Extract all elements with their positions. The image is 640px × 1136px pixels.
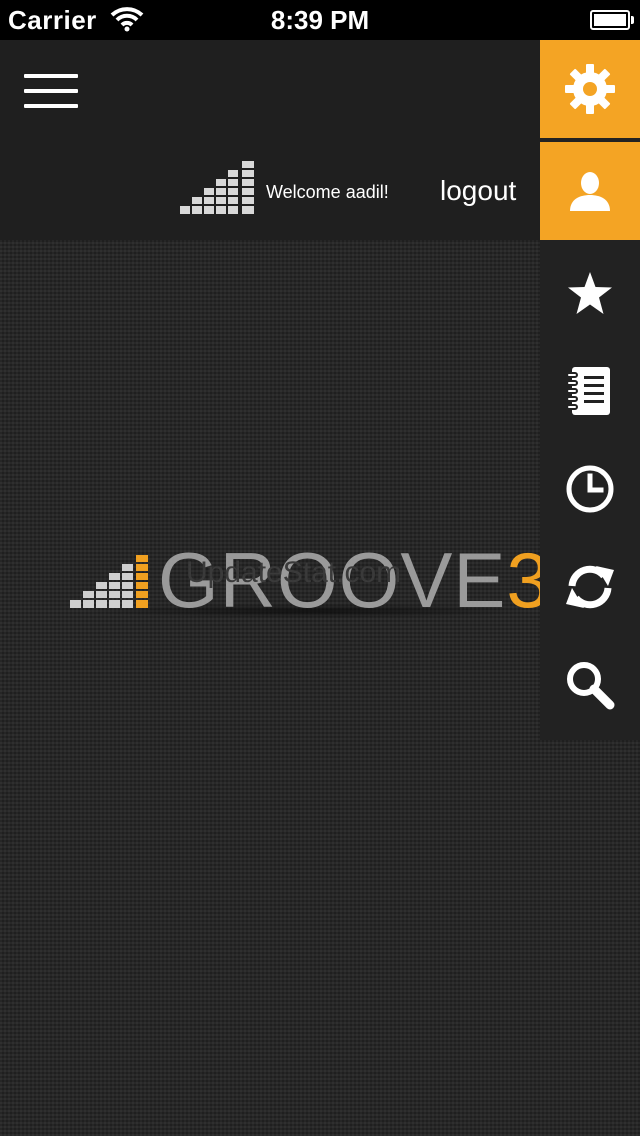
profile-button[interactable] bbox=[540, 142, 640, 240]
clock-icon bbox=[565, 464, 615, 514]
refresh-button[interactable] bbox=[540, 538, 640, 636]
status-time: 8:39 PM bbox=[270, 5, 370, 35]
user-icon bbox=[568, 169, 612, 213]
equalizer-logo-icon bbox=[180, 160, 256, 221]
status-bar: Carrier 8:39 PM bbox=[0, 0, 640, 40]
top-bar bbox=[0, 40, 540, 140]
logout-link[interactable]: logout bbox=[440, 175, 516, 207]
welcome-text: Welcome aadil! bbox=[266, 182, 389, 202]
welcome-bar: Welcome aadil! logout bbox=[0, 140, 540, 240]
search-button[interactable] bbox=[540, 636, 640, 734]
groove-logo: GROOVE3 bbox=[70, 540, 550, 620]
search-icon bbox=[564, 659, 616, 711]
star-icon bbox=[566, 269, 614, 317]
history-button[interactable] bbox=[540, 440, 640, 538]
notebook-icon bbox=[566, 365, 614, 417]
battery-icon bbox=[590, 10, 634, 30]
brand-text: GROOVE bbox=[158, 536, 507, 624]
side-menu bbox=[540, 40, 640, 740]
favorites-button[interactable] bbox=[540, 244, 640, 342]
brand-name: GROOVE3 bbox=[158, 540, 551, 620]
notebook-button[interactable] bbox=[540, 342, 640, 440]
refresh-icon bbox=[562, 562, 618, 612]
equalizer-bars-icon bbox=[70, 548, 156, 615]
settings-button[interactable] bbox=[540, 40, 640, 138]
gear-icon bbox=[563, 62, 617, 116]
hamburger-icon[interactable] bbox=[24, 74, 78, 108]
